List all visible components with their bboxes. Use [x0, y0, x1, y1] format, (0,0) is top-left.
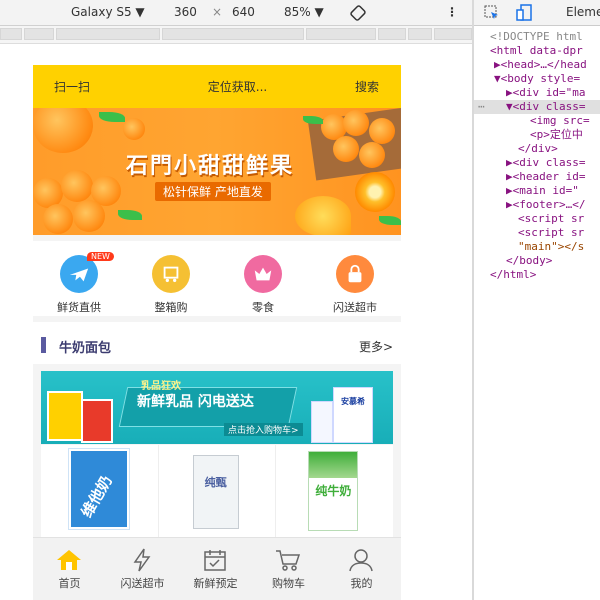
product-card[interactable]: 纯牛奶	[276, 445, 393, 537]
zoom-select[interactable]: 85% ▼	[284, 5, 324, 19]
promo-cta[interactable]: 点击抢入购物车>	[224, 423, 303, 436]
tab-home[interactable]: 首页	[33, 538, 106, 600]
category-label: 整箱购	[154, 301, 188, 314]
code-line[interactable]: "main"></s	[518, 240, 584, 254]
user-icon	[349, 549, 373, 572]
product-image: 维他奶	[69, 449, 129, 529]
code-line[interactable]: <!DOCTYPE html	[490, 30, 583, 44]
code-line[interactable]: ▼<body style=	[494, 72, 580, 86]
section-title: 牛奶面包	[59, 341, 112, 356]
code-line[interactable]: ▶<head>…</head	[494, 58, 587, 72]
devtools-tabs: Eleme	[474, 0, 600, 26]
code-line[interactable]: ▶<main id="	[506, 184, 579, 198]
tab-label: 我的	[350, 577, 373, 590]
category-label: 闪送超市	[333, 301, 377, 314]
promo-banner[interactable]: 石門小甜甜鲜果 松针保鲜 产地直发	[33, 108, 401, 235]
new-badge: NEW	[87, 252, 114, 261]
product-image: 纯甄	[192, 455, 239, 529]
tab-profile[interactable]: 我的	[325, 538, 398, 600]
bottom-tab-bar: 首页 闪送超市 新鲜预定 购物车 我的	[33, 537, 401, 600]
milk-box	[81, 399, 113, 443]
category-icons: NEW 鲜货直供 整箱购 零食 闪送超市	[33, 241, 401, 316]
product-card[interactable]: 纯甄	[159, 445, 277, 537]
category-snacks[interactable]: 零食	[217, 241, 309, 316]
category-fresh[interactable]: NEW 鲜货直供	[33, 241, 125, 316]
tab-cart[interactable]: 购物车	[252, 538, 325, 600]
category-box-buy[interactable]: 整箱购	[125, 241, 217, 316]
cart-box-icon	[152, 255, 190, 293]
top-bar: 扫一扫 定位获取... 搜索	[33, 65, 401, 108]
promo-tag: 乳品狂欢	[141, 381, 181, 392]
more-options-icon[interactable]: ⋮	[446, 5, 458, 19]
code-line[interactable]: ▶<header id=	[506, 170, 585, 184]
section-header: 牛奶面包 更多>	[33, 322, 401, 364]
banner-subtitle: 松针保鲜 产地直发	[155, 182, 271, 201]
category-label: 鲜货直供	[57, 301, 101, 314]
code-line[interactable]: <img src=	[530, 114, 590, 128]
dimension-separator: ×	[212, 5, 223, 19]
device-toggle-icon[interactable]	[516, 4, 534, 26]
viewport-width[interactable]: 360	[174, 5, 197, 19]
code-line[interactable]: ▶<div id="ma	[506, 86, 585, 100]
code-line[interactable]: <p>定位中	[530, 128, 583, 142]
banner-title: 石門小甜甜鲜果	[126, 154, 295, 179]
milk-box	[47, 391, 83, 441]
category-flash-market[interactable]: 闪送超市	[309, 241, 401, 316]
search-button[interactable]: 搜索	[355, 78, 379, 95]
code-line[interactable]: </div>	[518, 142, 558, 156]
inspect-icon[interactable]	[484, 5, 500, 25]
code-line[interactable]: <script sr	[518, 212, 584, 226]
scan-button[interactable]: 扫一扫	[54, 78, 90, 95]
code-line[interactable]: <html data-dpr	[490, 44, 583, 58]
code-line[interactable]: ▶<div class=	[506, 156, 585, 170]
calendar-icon	[204, 550, 226, 571]
product-row: 维他奶 纯甄 纯牛奶	[41, 445, 393, 537]
lock-bag-icon	[336, 255, 374, 293]
category-label: 零食	[252, 301, 274, 314]
tab-label: 首页	[58, 577, 81, 590]
viewport-height[interactable]: 640	[232, 5, 255, 19]
devtools-panel: Eleme <!DOCTYPE html <html data-dpr ▶<he…	[474, 0, 600, 600]
crown-icon	[244, 255, 282, 293]
home-icon	[57, 550, 81, 570]
yogurt-box: 安慕希	[333, 387, 373, 443]
section-accent-bar	[41, 337, 46, 353]
promo-title: 新鲜乳品 闪电送达	[137, 394, 254, 410]
location-button[interactable]: 定位获取...	[208, 78, 267, 95]
cart-icon	[276, 550, 301, 571]
code-line[interactable]: <script sr	[518, 226, 584, 240]
ellipsis-icon[interactable]: ⋯	[478, 100, 485, 114]
tab-elements[interactable]: Eleme	[566, 5, 600, 19]
mobile-viewport: 扫一扫 定位获取... 搜索 石門小甜甜鲜果 松针保鲜 产地直发 NEW 鲜货直…	[33, 65, 401, 600]
tab-flash-market[interactable]: 闪送超市	[106, 538, 179, 600]
tab-label: 新鲜预定	[193, 577, 238, 590]
tab-label: 闪送超市	[120, 577, 165, 590]
product-card[interactable]: 维他奶	[41, 445, 159, 537]
product-image: 纯牛奶	[308, 451, 359, 531]
code-line[interactable]: ▶<footer>…</	[506, 198, 585, 212]
rotate-icon[interactable]	[350, 5, 366, 24]
tab-label: 购物车	[272, 577, 305, 590]
yogurt-box	[311, 401, 333, 443]
more-link[interactable]: 更多>	[359, 338, 393, 355]
code-line[interactable]: </body>	[506, 254, 552, 268]
milk-promo-banner[interactable]: 乳品狂欢 新鲜乳品 闪电送达 点击抢入购物车> 安慕希	[41, 371, 393, 444]
lightning-icon	[133, 548, 151, 572]
media-query-ruler[interactable]	[0, 26, 472, 44]
code-line[interactable]: </html>	[490, 268, 536, 282]
code-line[interactable]: ▼<div class=	[506, 100, 585, 114]
device-select[interactable]: Galaxy S5 ▼	[71, 5, 145, 19]
tab-fresh-order[interactable]: 新鲜预定	[179, 538, 252, 600]
